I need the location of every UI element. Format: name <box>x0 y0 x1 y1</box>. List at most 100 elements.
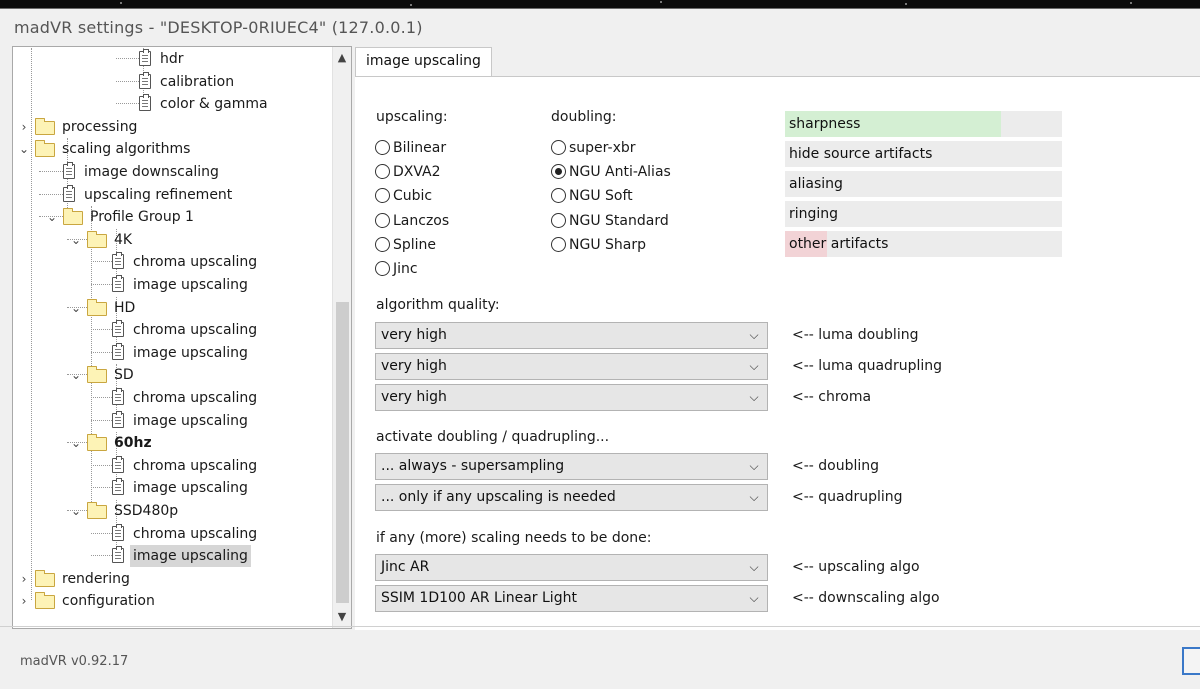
folder-icon <box>35 117 55 135</box>
dropdown-more-scaling[interactable]: SSIM 1D100 AR Linear Light ⌵ <box>375 585 768 612</box>
page-icon <box>112 342 124 360</box>
page-icon <box>112 546 124 564</box>
activate-heading: activate doubling / quadrupling... <box>376 429 610 445</box>
expand-chevron-icon[interactable]: ⌄ <box>69 229 83 251</box>
tree-connector <box>31 48 32 601</box>
quality-bar: other artifacts <box>785 231 1062 257</box>
radio-label: Bilinear <box>393 140 447 156</box>
radio-circle-icon[interactable] <box>375 164 390 180</box>
tree-item-label: SD <box>114 367 134 384</box>
chevron-down-icon[interactable]: ⌵ <box>747 354 761 379</box>
chevron-down-icon[interactable]: ⌵ <box>747 385 761 410</box>
radio-label: Spline <box>393 236 437 253</box>
radio-ngu-sharp[interactable]: NGU Sharp <box>551 235 646 255</box>
dialog-button[interactable] <box>1182 647 1200 675</box>
settings-tree[interactable]: hdr calibration color & gamma › processing ⌄ s… <box>12 46 352 629</box>
tree-item-label: image upscaling <box>133 277 248 293</box>
tree-connector <box>91 329 112 331</box>
dropdown-note: <-- luma quadrupling <box>792 358 942 374</box>
algorithm-quality-heading: algorithm quality: <box>376 297 500 313</box>
radio-super-xbr[interactable]: super-xbr <box>551 138 636 158</box>
radio-label: NGU Sharp <box>569 236 646 253</box>
radio-circle-icon[interactable] <box>375 236 390 252</box>
chevron-down-icon[interactable]: ⌵ <box>747 323 761 348</box>
scroll-up-icon[interactable]: ▲ <box>333 49 351 67</box>
radio-ngu-anti-alias[interactable]: NGU Anti-Alias <box>551 162 671 182</box>
tree-connector <box>91 555 112 557</box>
dropdown-value: very high <box>381 358 447 374</box>
radio-bilinear[interactable]: Bilinear <box>375 138 446 158</box>
expand-chevron-icon[interactable]: ⌄ <box>69 297 83 319</box>
tree-connector <box>91 532 112 534</box>
tree-item-label: rendering <box>62 570 130 587</box>
tree-connector <box>91 464 112 466</box>
page-icon <box>112 320 124 338</box>
version-label: madVR v0.92.17 <box>20 654 129 669</box>
footer-separator <box>0 626 1200 627</box>
dropdown-value: ... always - supersampling <box>381 458 565 474</box>
tree-item-label: upscaling refinement <box>84 186 233 203</box>
expand-chevron-icon[interactable]: › <box>17 116 31 138</box>
chevron-down-icon[interactable]: ⌵ <box>747 555 761 580</box>
expand-chevron-icon[interactable]: › <box>17 590 31 612</box>
expand-chevron-icon[interactable]: ⌄ <box>69 500 83 522</box>
tree-connector <box>39 193 63 195</box>
radio-jinc[interactable]: Jinc <box>375 259 418 279</box>
radio-cubic[interactable]: Cubic <box>375 186 432 206</box>
radio-ngu-standard[interactable]: NGU Standard <box>551 211 669 231</box>
scrollbar-thumb[interactable] <box>336 302 349 603</box>
tree-item-label: calibration <box>160 73 235 90</box>
page-icon <box>63 184 75 202</box>
tab-image-upscaling[interactable]: image upscaling <box>355 47 492 77</box>
radio-label: Jinc <box>393 261 418 277</box>
dropdown-value: ... only if any upscaling is needed <box>381 489 616 505</box>
quality-bar: ringing <box>785 201 1062 227</box>
radio-ngu-soft[interactable]: NGU Soft <box>551 186 633 206</box>
dropdown-note: <-- quadrupling <box>792 489 903 505</box>
radio-lanczos[interactable]: Lanczos <box>375 211 449 231</box>
chevron-down-icon[interactable]: ⌵ <box>747 454 761 479</box>
radio-label: NGU Standard <box>569 212 669 229</box>
folder-icon <box>35 140 55 158</box>
radio-circle-icon[interactable] <box>375 261 390 276</box>
dropdown-activate[interactable]: ... only if any upscaling is needed ⌵ <box>375 484 768 511</box>
radio-circle-icon[interactable] <box>551 212 566 228</box>
dropdown-value: SSIM 1D100 AR Linear Light <box>381 590 577 606</box>
expand-chevron-icon[interactable]: ⌄ <box>17 138 31 160</box>
dropdown-more-scaling[interactable]: Jinc AR ⌵ <box>375 554 768 581</box>
tree-connector <box>91 284 112 285</box>
dropdown-algorithm-quality[interactable]: very high ⌵ <box>375 322 768 349</box>
radio-label: super-xbr <box>569 140 636 156</box>
dropdown-note: <-- upscaling algo <box>792 559 920 575</box>
scroll-down-icon[interactable]: ▼ <box>333 608 351 626</box>
settings-window: madVR settings - "DESKTOP-0RIUEC4" (127.… <box>0 8 1200 689</box>
expand-chevron-icon[interactable]: ⌄ <box>45 206 59 228</box>
page-icon <box>112 388 124 405</box>
quality-bar: sharpness <box>785 111 1062 137</box>
radio-circle-icon[interactable] <box>375 188 390 204</box>
expand-chevron-icon[interactable]: ⌄ <box>69 432 83 454</box>
radio-circle-icon[interactable] <box>551 236 566 252</box>
radio-circle-icon[interactable] <box>551 188 566 204</box>
radio-circle-icon[interactable] <box>551 164 566 180</box>
dropdown-algorithm-quality[interactable]: very high ⌵ <box>375 353 768 380</box>
radio-dxva2[interactable]: DXVA2 <box>375 162 441 182</box>
radio-circle-icon[interactable] <box>375 212 390 228</box>
radio-circle-icon[interactable] <box>375 140 390 155</box>
expand-chevron-icon[interactable]: › <box>17 568 31 590</box>
radio-label: DXVA2 <box>393 164 441 181</box>
tree-item-label: chroma upscaling <box>133 322 258 339</box>
chevron-down-icon[interactable]: ⌵ <box>747 586 761 611</box>
page-icon <box>112 275 124 292</box>
tree-connector <box>39 171 63 172</box>
dropdown-algorithm-quality[interactable]: very high ⌵ <box>375 384 768 411</box>
tree-item-label: configuration <box>62 593 155 610</box>
tree-scrollbar[interactable]: ▲ ▼ <box>332 47 351 628</box>
expand-chevron-icon[interactable]: ⌄ <box>69 364 83 386</box>
radio-spline[interactable]: Spline <box>375 235 436 255</box>
tree-item-label: HD <box>114 299 136 316</box>
page-icon <box>112 252 124 270</box>
radio-circle-icon[interactable] <box>551 140 566 155</box>
chevron-down-icon[interactable]: ⌵ <box>747 485 761 510</box>
dropdown-activate[interactable]: ... always - supersampling ⌵ <box>375 453 768 480</box>
